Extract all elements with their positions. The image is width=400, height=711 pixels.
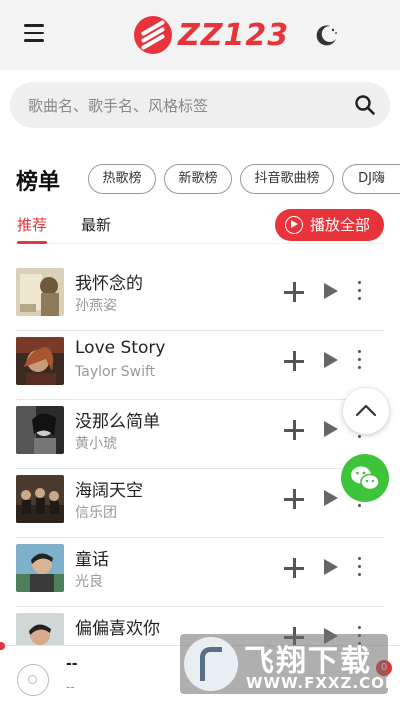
board-title: 榜单 — [16, 170, 61, 195]
wechat-share-button[interactable] — [341, 454, 389, 502]
more-icon[interactable] — [358, 557, 362, 577]
song-title: 童话 — [75, 550, 109, 570]
play-circle-icon — [285, 216, 303, 234]
tab-active-indicator — [17, 241, 47, 244]
top-bar: ZZ123 — [0, 0, 400, 70]
moon-icon[interactable] — [314, 22, 340, 48]
player-title: -- — [66, 656, 78, 672]
play-icon[interactable] — [324, 559, 338, 575]
more-icon[interactable] — [358, 281, 362, 301]
play-all-button[interactable]: 播放全部 — [275, 209, 384, 241]
search-input[interactable]: 歌曲名、歌手名、风格标签 — [28, 95, 208, 116]
song-title: 海阔天空 — [75, 481, 143, 501]
chip-new[interactable]: 新歌榜 — [164, 164, 232, 194]
chevron-up-icon — [355, 404, 377, 417]
song-title: 没那么简单 — [75, 412, 160, 432]
add-icon[interactable] — [284, 282, 304, 302]
play-icon[interactable] — [324, 352, 338, 368]
play-icon[interactable] — [324, 283, 338, 299]
album-cover — [16, 406, 64, 454]
album-cover — [16, 268, 64, 316]
tab-latest[interactable]: 最新 — [81, 214, 111, 235]
song-artist: 孙燕姿 — [75, 298, 117, 314]
add-icon[interactable] — [284, 489, 304, 509]
logo-text: ZZ123 — [178, 17, 290, 53]
logo-mark-icon — [134, 16, 172, 54]
add-icon[interactable] — [284, 420, 304, 440]
song-title: 偏偏喜欢你 — [75, 619, 160, 639]
chip-dj[interactable]: DJ嗨 — [342, 164, 400, 194]
list-item[interactable]: 没那么简单 黄小琥 — [16, 400, 384, 469]
song-artist: 光良 — [75, 574, 103, 590]
list-item[interactable]: Love Story Taylor Swift — [16, 331, 384, 400]
song-artist: 黄小琥 — [75, 436, 117, 452]
list-item[interactable]: 海阔天空 信乐团 — [16, 469, 384, 538]
play-icon[interactable] — [324, 421, 338, 437]
watermark-url: WWW.FXXZ.COM — [246, 674, 400, 692]
wechat-icon — [351, 466, 380, 491]
chip-hot[interactable]: 热歌榜 — [88, 164, 156, 194]
chip-douyin[interactable]: 抖音歌曲榜 — [240, 164, 334, 194]
progress-handle[interactable] — [0, 642, 5, 650]
app-screen: ZZ123 歌曲名、歌手名、风格标签 榜单 热歌榜 新歌榜 抖音歌曲榜 DJ嗨 … — [0, 0, 400, 711]
song-artist: Taylor Swift — [75, 364, 156, 380]
song-title: Love Story — [75, 338, 166, 358]
tab-divider — [16, 243, 384, 244]
song-artist: 信乐团 — [75, 505, 117, 521]
menu-icon[interactable] — [24, 24, 46, 44]
search-bar[interactable]: 歌曲名、歌手名、风格标签 — [10, 82, 390, 128]
more-icon[interactable] — [358, 350, 362, 370]
scroll-top-button[interactable] — [343, 388, 389, 434]
player-subtitle: -- — [66, 680, 75, 694]
app-logo: ZZ123 — [134, 14, 289, 56]
watermark: 飞翔下载 WWW.FXXZ.COM — [180, 634, 400, 694]
album-cover — [16, 544, 64, 592]
disc-icon[interactable] — [17, 664, 49, 696]
play-all-label: 播放全部 — [310, 216, 371, 234]
add-icon[interactable] — [284, 351, 304, 371]
list-item[interactable]: 我怀念的 孙燕姿 — [16, 262, 384, 331]
play-icon[interactable] — [324, 490, 338, 506]
watermark-logo-icon — [184, 637, 238, 691]
tab-recommend[interactable]: 推荐 — [17, 214, 47, 235]
song-title: 我怀念的 — [75, 274, 143, 294]
search-icon[interactable] — [354, 94, 376, 116]
album-cover — [16, 337, 64, 385]
album-cover — [16, 475, 64, 523]
add-icon[interactable] — [284, 558, 304, 578]
list-item[interactable]: 童话 光良 — [16, 538, 384, 607]
